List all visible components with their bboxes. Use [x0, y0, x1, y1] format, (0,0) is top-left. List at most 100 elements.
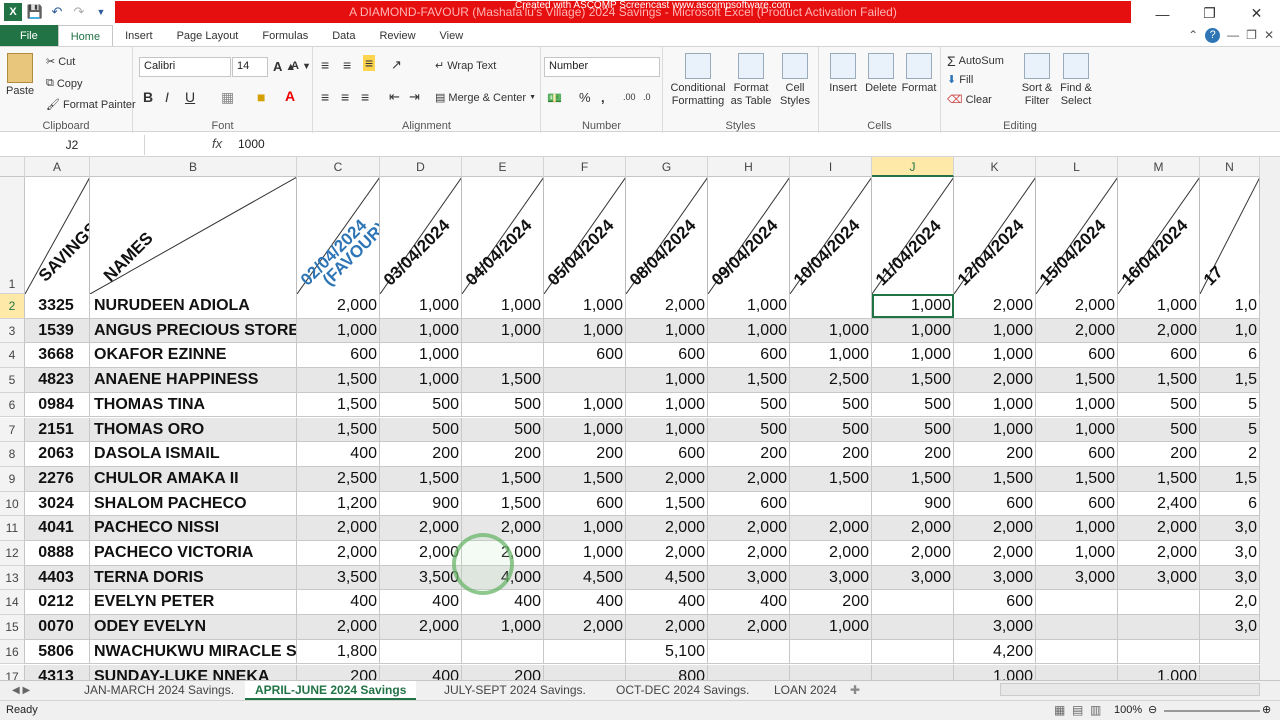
amount-cell[interactable]: 6	[1200, 491, 1260, 516]
delete-cells-button[interactable]: Delete	[863, 53, 899, 94]
amount-cell[interactable]: 200	[872, 442, 954, 467]
amount-cell[interactable]: 1,000	[872, 294, 954, 318]
row-header-1[interactable]: 1	[0, 177, 25, 294]
amount-cell[interactable]: 600	[954, 590, 1036, 615]
amount-cell[interactable]	[380, 639, 462, 664]
column-header-g[interactable]: G	[626, 157, 708, 177]
amount-cell[interactable]: 400	[380, 590, 462, 615]
amount-cell[interactable]: 400	[297, 442, 380, 467]
amount-cell[interactable]: 1,500	[1118, 368, 1200, 393]
amount-cell[interactable]: 1,000	[462, 294, 544, 318]
amount-cell[interactable]: 5	[1200, 392, 1260, 417]
workbook-minimize-icon[interactable]: —	[1227, 28, 1239, 43]
amount-cell[interactable]: 1,500	[297, 417, 380, 442]
align-center-icon[interactable]: ≡	[341, 89, 349, 105]
amount-cell[interactable]: 2,000	[297, 516, 380, 541]
amount-cell[interactable]: 5,100	[626, 639, 708, 664]
normal-view-icon[interactable]: ▦	[1054, 703, 1065, 717]
copy-button[interactable]: ⧉ Copy	[46, 77, 83, 90]
amount-cell[interactable]: 3,000	[954, 615, 1036, 640]
amount-cell[interactable]: 1,500	[626, 491, 708, 516]
amount-cell[interactable]: 2	[1200, 442, 1260, 467]
header-date[interactable]: 05/04/2024	[544, 177, 626, 294]
member-name-cell[interactable]: OKAFOR EZINNE	[90, 343, 297, 368]
amount-cell[interactable]: 600	[626, 442, 708, 467]
save-icon[interactable]: 💾	[26, 3, 44, 21]
header-savings[interactable]: SAVINGS	[25, 177, 90, 294]
insert-sheet-icon[interactable]: ✚	[840, 681, 870, 700]
header-date[interactable]: 02/04/2024 (FAVOUR)	[297, 177, 380, 294]
column-header-a[interactable]: A	[25, 157, 90, 177]
row-header-3[interactable]: 3	[0, 318, 25, 344]
cut-button[interactable]: ✂ Cut	[46, 55, 75, 69]
amount-cell[interactable]: 1,000	[954, 417, 1036, 442]
member-name-cell[interactable]: SUNDAY-LUKE NNEKA	[90, 664, 297, 681]
amount-cell[interactable]: 3,500	[380, 565, 462, 590]
row-header-10[interactable]: 10	[0, 491, 25, 517]
member-name-cell[interactable]: TERNA DORIS	[90, 565, 297, 590]
italic-icon[interactable]: I	[165, 89, 169, 105]
amount-cell[interactable]: 3,0	[1200, 615, 1260, 640]
undo-icon[interactable]: ↶	[48, 3, 66, 21]
member-name-cell[interactable]: NWACHUKWU MIRACLE SU	[90, 639, 297, 664]
savings-code-cell[interactable]: 0212	[25, 590, 90, 615]
amount-cell[interactable]: 600	[297, 343, 380, 368]
savings-code-cell[interactable]: 4823	[25, 368, 90, 393]
row-header-6[interactable]: 6	[0, 392, 25, 418]
amount-cell[interactable]: 2,000	[954, 368, 1036, 393]
amount-cell[interactable]: 3,000	[1036, 565, 1118, 590]
amount-cell[interactable]	[790, 491, 872, 516]
header-date[interactable]: 12/04/2024	[954, 177, 1036, 294]
percent-style-icon[interactable]: %	[579, 90, 591, 105]
member-name-cell[interactable]: SHALOM PACHECO	[90, 491, 297, 516]
amount-cell[interactable]: 1,500	[708, 368, 790, 393]
font-name-select[interactable]: Calibri	[139, 57, 231, 77]
amount-cell[interactable]: 1,000	[380, 294, 462, 318]
amount-cell[interactable]: 2,000	[1036, 318, 1118, 343]
amount-cell[interactable]: 3,000	[790, 565, 872, 590]
amount-cell[interactable]: 3,0	[1200, 565, 1260, 590]
amount-cell[interactable]: 1,0	[1200, 294, 1260, 318]
amount-cell[interactable]: 1,000	[544, 318, 626, 343]
amount-cell[interactable]: 1,500	[1118, 466, 1200, 491]
restore-button[interactable]: ❐	[1186, 0, 1233, 27]
amount-cell[interactable]: 500	[462, 417, 544, 442]
savings-code-cell[interactable]: 2151	[25, 417, 90, 442]
amount-cell[interactable]: 1,000	[708, 318, 790, 343]
amount-cell[interactable]: 2,000	[954, 294, 1036, 318]
format-cells-button[interactable]: Format	[901, 53, 937, 94]
zoom-slider[interactable]	[1164, 710, 1260, 712]
amount-cell[interactable]: 200	[462, 442, 544, 467]
amount-cell[interactable]: 2,000	[297, 541, 380, 565]
comma-style-icon[interactable]: ,	[601, 90, 605, 105]
amount-cell[interactable]: 1,500	[872, 368, 954, 393]
amount-cell[interactable]: 1,000	[790, 615, 872, 640]
amount-cell[interactable]: 1,000	[544, 541, 626, 565]
row-header-14[interactable]: 14	[0, 590, 25, 616]
savings-code-cell[interactable]: 2276	[25, 466, 90, 491]
bold-icon[interactable]: B	[143, 89, 153, 105]
amount-cell[interactable]: 5	[1200, 417, 1260, 442]
amount-cell[interactable]: 500	[1118, 392, 1200, 417]
member-name-cell[interactable]: ANAENE HAPPINESS	[90, 368, 297, 393]
decrease-decimal-icon[interactable]: .0	[643, 92, 651, 102]
fill-button[interactable]: ⬇ Fill	[947, 73, 973, 87]
header-date[interactable]: 10/04/2024	[790, 177, 872, 294]
row-header-4[interactable]: 4	[0, 343, 25, 369]
member-name-cell[interactable]: THOMAS ORO	[90, 417, 297, 442]
column-header-m[interactable]: M	[1118, 157, 1200, 177]
number-format-select[interactable]: Number	[544, 57, 660, 77]
amount-cell[interactable]: 400	[626, 590, 708, 615]
amount-cell[interactable]: 200	[1118, 442, 1200, 467]
amount-cell[interactable]: 400	[297, 590, 380, 615]
clear-button[interactable]: ⌫ Clear	[947, 93, 992, 107]
amount-cell[interactable]: 500	[872, 392, 954, 417]
amount-cell[interactable]: 1,000	[544, 294, 626, 318]
row-header-8[interactable]: 8	[0, 442, 25, 467]
member-name-cell[interactable]: CHULOR AMAKA II	[90, 466, 297, 491]
row-header-12[interactable]: 12	[0, 541, 25, 566]
amount-cell[interactable]: 2,000	[708, 466, 790, 491]
amount-cell[interactable]: 3,0	[1200, 516, 1260, 541]
member-name-cell[interactable]: THOMAS TINA	[90, 392, 297, 417]
savings-code-cell[interactable]: 4403	[25, 565, 90, 590]
